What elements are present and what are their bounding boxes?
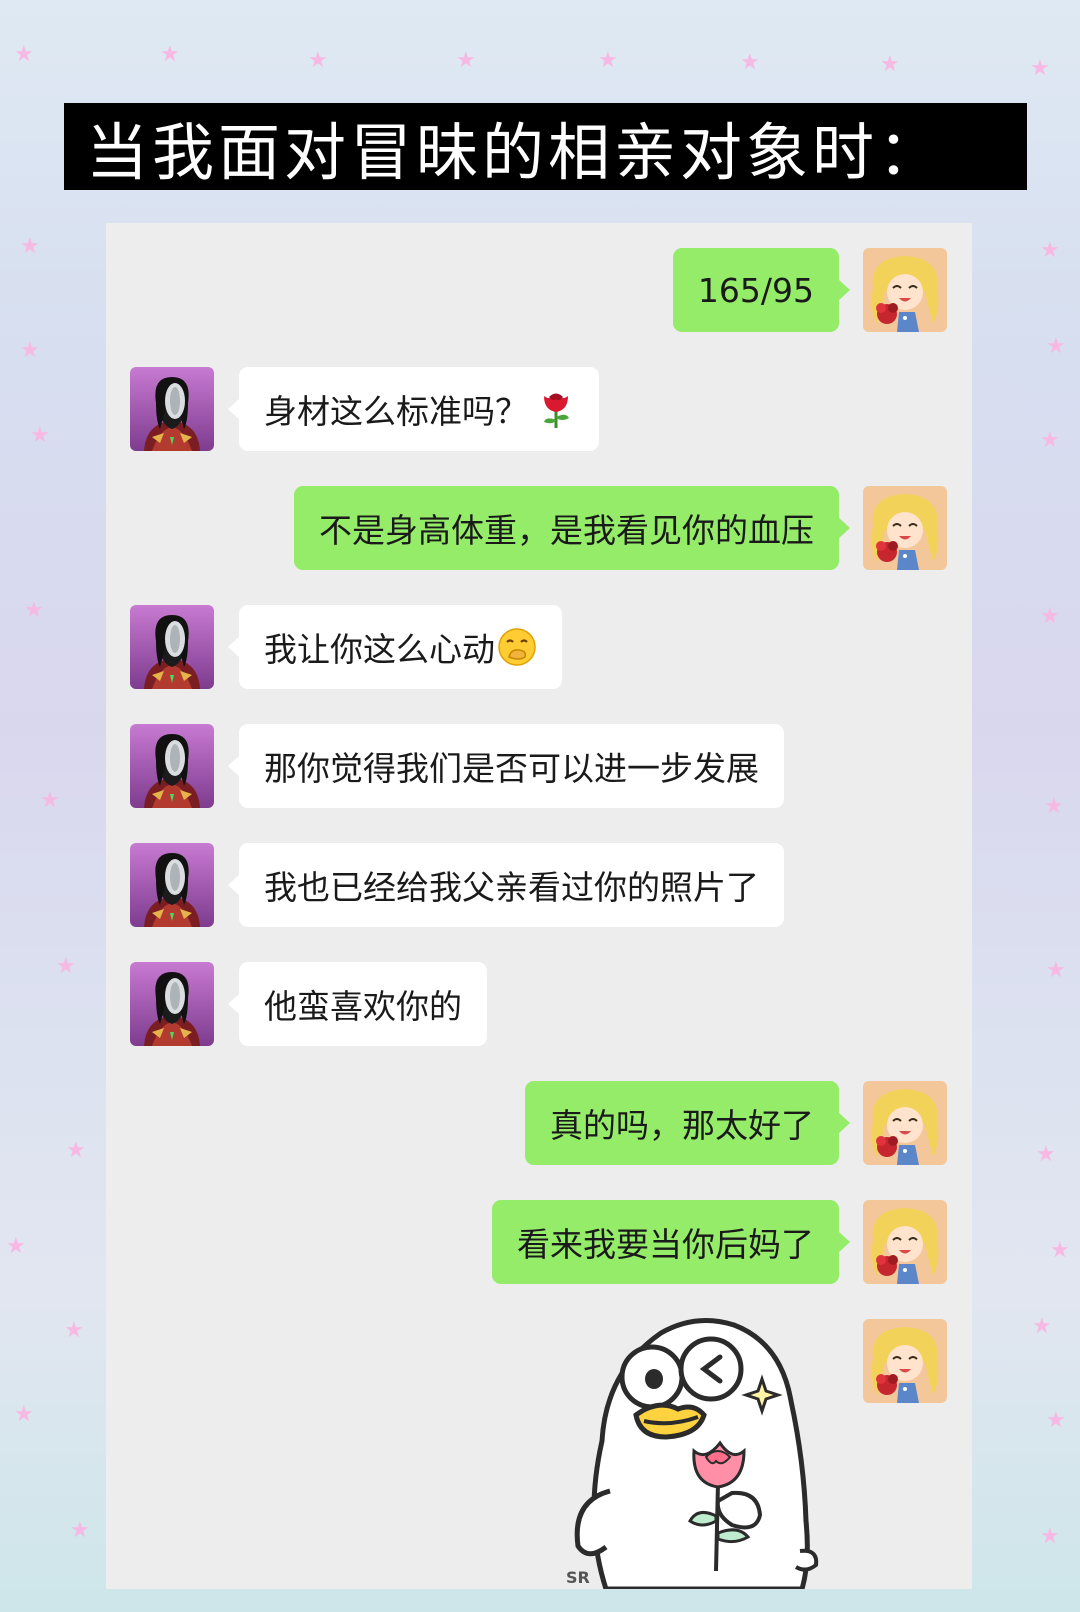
masked-hero-avatar[interactable] (130, 605, 214, 689)
star-decoration-icon: ★ (20, 338, 40, 363)
sent-message-bubble[interactable]: 看来我要当你后妈了 (492, 1200, 850, 1284)
star-decoration-icon: ★ (1040, 428, 1060, 453)
cartoon-girl-avatar[interactable] (863, 1081, 947, 1165)
hand-over-mouth-emoji-icon (498, 628, 536, 666)
star-decoration-icon: ★ (1044, 794, 1064, 819)
message-text: 那你觉得我们是否可以进一步发展 (264, 749, 759, 788)
star-decoration-icon: ★ (880, 52, 900, 77)
star-decoration-icon: ★ (30, 423, 50, 448)
received-message-bubble[interactable]: 身材这么标准吗？ (228, 367, 599, 451)
star-decoration-icon: ★ (64, 1318, 84, 1343)
message-row-sent: 看来我要当你后妈了 (106, 1200, 972, 1284)
received-message-bubble[interactable]: 他蛮喜欢你的 (228, 962, 487, 1046)
masked-hero-avatar[interactable] (130, 962, 214, 1046)
star-decoration-icon: ★ (1046, 1408, 1066, 1433)
star-decoration-icon: ★ (1036, 1142, 1056, 1167)
received-message-bubble[interactable]: 我让你这么心动 (228, 605, 562, 689)
message-row-sent: 不是身高体重，是我看见你的血压 (106, 486, 972, 570)
message-text: 我让你这么心动 (264, 630, 495, 669)
star-decoration-icon: ★ (14, 1402, 34, 1427)
star-decoration-icon: ★ (308, 48, 328, 73)
star-decoration-icon: ★ (160, 42, 180, 67)
star-decoration-icon: ★ (740, 50, 760, 75)
message-row-received: 他蛮喜欢你的 (106, 962, 972, 1046)
star-decoration-icon: ★ (1050, 1238, 1070, 1263)
star-decoration-icon: ★ (66, 1138, 86, 1163)
message-text: 他蛮喜欢你的 (264, 987, 462, 1026)
message-text: 看来我要当你后妈了 (517, 1225, 814, 1264)
message-row-sent: 165/95 (106, 248, 972, 332)
message-text: 身材这么标准吗？ (264, 392, 528, 431)
message-row-sent-sticker (106, 1319, 972, 1403)
star-decoration-icon: ★ (1032, 1314, 1052, 1339)
star-decoration-icon: ★ (70, 1518, 90, 1543)
message-text: 165/95 (697, 270, 814, 310)
sent-message-bubble[interactable]: 真的吗，那太好了 (525, 1081, 850, 1165)
sent-message-bubble[interactable]: 165/95 (672, 248, 851, 332)
page-title: 当我面对冒昧的相亲对象时： (64, 103, 1027, 190)
star-decoration-icon: ★ (6, 1234, 26, 1259)
message-text: 真的吗，那太好了 (550, 1106, 814, 1145)
cartoon-girl-avatar[interactable] (863, 486, 947, 570)
sent-message-bubble[interactable]: 不是身高体重，是我看见你的血压 (294, 486, 850, 570)
message-row-received: 我也已经给我父亲看过你的照片了 (106, 843, 972, 927)
star-decoration-icon: ★ (1040, 604, 1060, 629)
message-text: 不是身高体重，是我看见你的血压 (319, 511, 814, 550)
star-decoration-icon: ★ (1046, 958, 1066, 983)
rose-emoji-icon (544, 393, 569, 428)
sticker-watermark: SR (566, 1568, 590, 1587)
masked-hero-avatar[interactable] (130, 843, 214, 927)
masked-hero-avatar[interactable] (130, 724, 214, 808)
star-decoration-icon: ★ (1046, 334, 1066, 359)
star-decoration-icon: ★ (598, 48, 618, 73)
star-decoration-icon: ★ (24, 598, 44, 623)
received-message-bubble[interactable]: 我也已经给我父亲看过你的照片了 (228, 843, 784, 927)
cartoon-girl-avatar[interactable] (863, 1200, 947, 1284)
cartoon-girl-avatar[interactable] (863, 248, 947, 332)
message-row-received: 我让你这么心动 (106, 605, 972, 689)
cartoon-girl-avatar[interactable] (863, 1319, 947, 1403)
received-message-bubble[interactable]: 那你觉得我们是否可以进一步发展 (228, 724, 784, 808)
duck-holding-rose-sticker[interactable]: SR (566, 1311, 836, 1589)
star-decoration-icon: ★ (40, 788, 60, 813)
message-row-received: 身材这么标准吗？ (106, 367, 972, 451)
message-row-sent: 真的吗，那太好了 (106, 1081, 972, 1165)
masked-hero-avatar[interactable] (130, 367, 214, 451)
chat-panel: 165/95 身材这么标准吗？ 不是身高体重，是我看见你的血压 我让你这么心动 … (106, 223, 972, 1589)
star-decoration-icon: ★ (1030, 56, 1050, 81)
star-decoration-icon: ★ (20, 234, 40, 259)
message-row-received: 那你觉得我们是否可以进一步发展 (106, 724, 972, 808)
star-decoration-icon: ★ (56, 954, 76, 979)
star-decoration-icon: ★ (1040, 238, 1060, 263)
star-decoration-icon: ★ (14, 42, 34, 67)
message-text: 我也已经给我父亲看过你的照片了 (264, 868, 759, 907)
star-decoration-icon: ★ (1040, 1524, 1060, 1549)
star-decoration-icon: ★ (456, 48, 476, 73)
